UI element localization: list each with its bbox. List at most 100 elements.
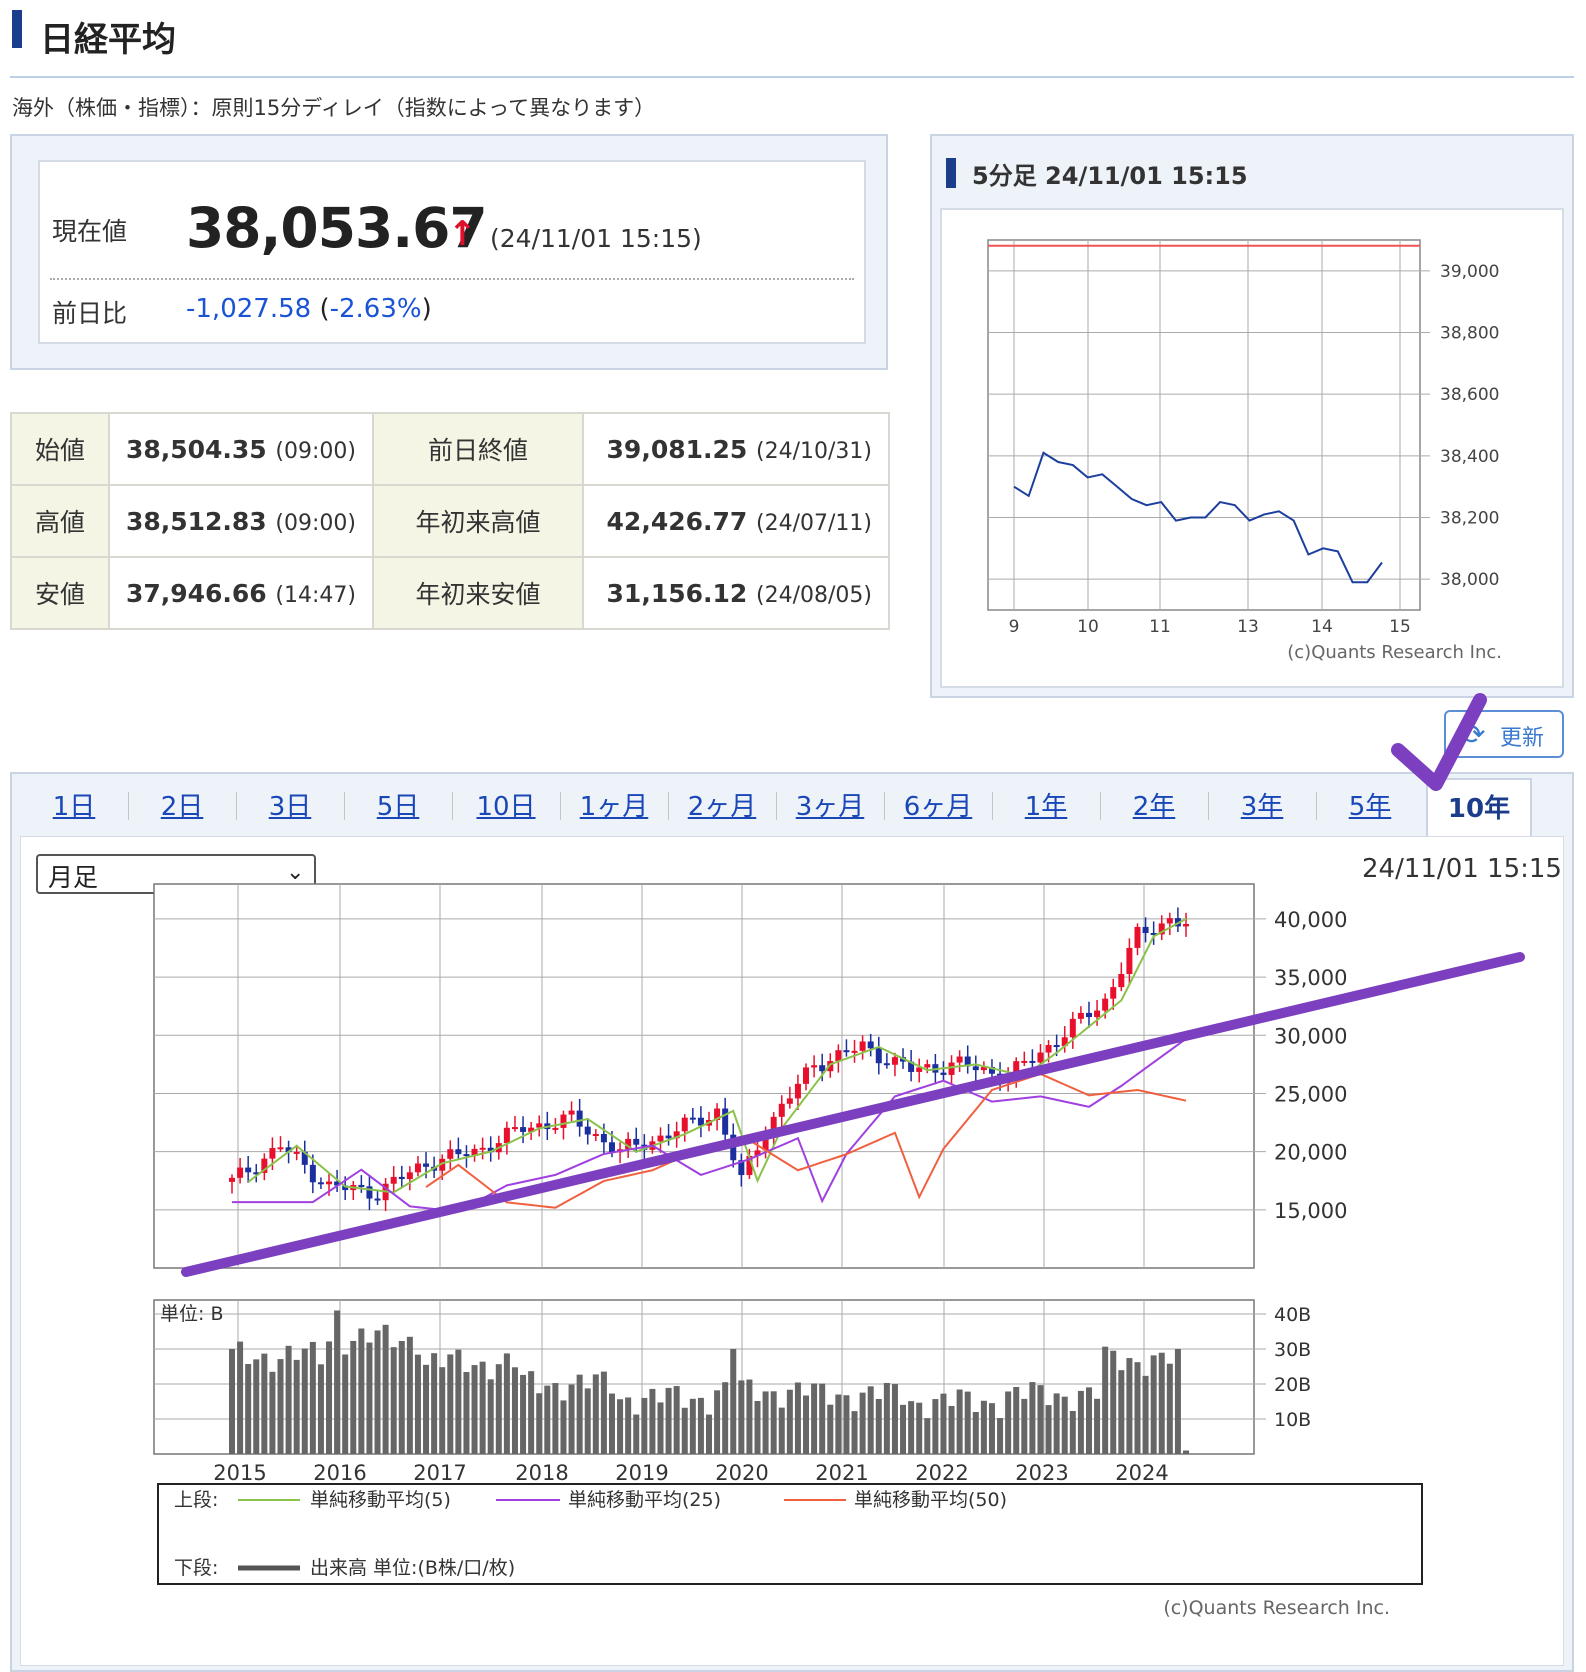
volume-bar [584,1388,591,1454]
candle-body [447,1149,454,1159]
candle-body [1110,987,1117,999]
volume-bar [431,1353,438,1454]
volume-bar [1102,1346,1109,1454]
volume-bar [423,1364,430,1454]
volume-bar [536,1393,543,1454]
candle-body [366,1186,373,1199]
candle-body [1094,1010,1101,1018]
volume-bar [730,1349,737,1454]
candle-body [455,1149,462,1155]
candle-body [237,1167,244,1178]
volume-bar [714,1390,721,1454]
volume-bar [1134,1362,1141,1454]
volume-bar [883,1382,890,1454]
volume-bar [875,1398,882,1454]
candle-body [1102,998,1109,1011]
candle-body [1045,1045,1052,1053]
candle-body [924,1064,931,1068]
volume-bar [988,1403,995,1454]
main-copyright: (c)Quants Research Inc. [1163,1597,1390,1619]
volume-bar [552,1383,559,1454]
candle-body [584,1126,591,1135]
volume-bar [754,1400,761,1454]
year-tick: 2023 [1015,1461,1068,1485]
candle-body [269,1148,276,1159]
volume-bar [1150,1355,1157,1454]
volume-bar [520,1374,527,1454]
volume-bar [568,1384,575,1454]
volume-bar [1013,1386,1020,1454]
volume-bar [778,1407,785,1454]
volume-bar [455,1349,462,1454]
volume-bar [1118,1370,1125,1454]
candle-body [423,1163,430,1167]
candle-body [1134,926,1141,948]
candle-body [277,1147,284,1150]
volume-bar [237,1341,244,1454]
volume-bar [980,1400,987,1454]
candle-body [398,1176,405,1180]
volume-bar [471,1365,478,1454]
volume-bar [1005,1391,1012,1454]
candle-body [317,1182,324,1185]
volume-bar [689,1398,696,1454]
volume-bar [956,1389,963,1454]
volume-bar [229,1349,235,1454]
year-tick: 2018 [515,1461,568,1485]
volume-bar [269,1371,276,1454]
candle-body [1085,1012,1092,1018]
year-tick: 2021 [815,1461,868,1485]
volume-bar [479,1361,486,1454]
volume-bar [932,1399,939,1454]
volume-bar [414,1354,421,1454]
volume-bar [665,1387,672,1454]
volume-bar [673,1386,680,1454]
volume-bar [544,1385,551,1454]
volume-bar [374,1330,381,1454]
volume-y-tick: 30B [1274,1339,1311,1361]
candle-body [293,1151,300,1154]
volume-bar [803,1395,810,1454]
legend-lower-label: 下段: [174,1557,218,1579]
candle-body [600,1133,607,1143]
volume-bar [576,1374,583,1454]
volume-bar [794,1382,801,1454]
candle-body [326,1181,333,1185]
volume-bar [908,1401,915,1454]
volume-bar [1166,1363,1173,1454]
candle-body [1126,947,1133,975]
volume-bar [633,1414,640,1454]
candle-body [633,1138,640,1145]
volume-bar [261,1353,268,1454]
volume-bar [811,1383,818,1454]
volume-bar [253,1359,260,1454]
candle-body [875,1048,882,1064]
volume-bar [997,1418,1004,1454]
candle-body [414,1163,421,1173]
candle-body [794,1083,801,1099]
candle-body [786,1098,793,1104]
candle-body [479,1147,486,1150]
candle-body [592,1133,599,1136]
candle-body [1118,974,1125,988]
volume-bar [1053,1393,1060,1454]
volume-unit-label: 単位: B [160,1303,223,1325]
candle-body [803,1067,810,1084]
candle-body [358,1184,365,1187]
volume-bar [948,1405,955,1454]
volume-bar [924,1418,931,1454]
candle-body [245,1167,252,1173]
candle-body [891,1057,898,1065]
volume-bar [625,1397,632,1454]
volume-bar [649,1388,656,1454]
candle-body [883,1063,890,1066]
volume-bar [317,1364,324,1454]
volume-bar [1045,1405,1052,1454]
checkmark-annotation-icon [1391,693,1487,791]
year-tick: 2019 [615,1461,668,1485]
volume-bar [819,1383,826,1454]
candle-body [1037,1052,1044,1063]
volume-bar [940,1393,947,1454]
volume-bar [528,1371,535,1454]
candle-body [1029,1060,1036,1063]
